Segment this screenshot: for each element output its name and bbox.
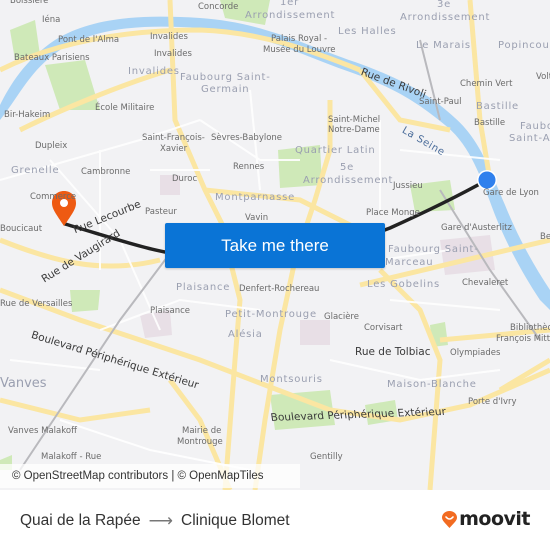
district-label: Alésia: [228, 329, 263, 340]
district-label: Popincourt: [498, 40, 550, 51]
district-label: Quartier Latin: [295, 145, 376, 156]
map-label: Musée du Louvre: [263, 45, 336, 55]
district-label: Arrondissement: [245, 10, 336, 21]
district-label: Faubourg Saint-: [388, 244, 479, 255]
map-label: Gare de Lyon: [483, 188, 539, 198]
destination-name: Clinique Blomet: [181, 512, 290, 529]
map-label: Malakoff - Rue: [41, 452, 102, 462]
district-label: Plaisance: [176, 282, 231, 293]
brand-name: moovit: [459, 508, 530, 530]
moovit-pin-icon: [442, 510, 458, 528]
map-label: Gentilly: [310, 452, 343, 462]
map-label: Rennes: [233, 162, 265, 172]
map-label: François Mitterrand: [496, 334, 550, 344]
map-label: Vavin: [245, 213, 269, 223]
district-label: 1er: [280, 0, 300, 8]
map-label: Chevaleret: [462, 278, 509, 288]
district-label: Faubourg Saint-: [180, 72, 271, 83]
map-label: Pasteur: [145, 207, 177, 217]
map-label: Chemin Vert: [460, 79, 513, 89]
map-label: Rue de Versailles: [0, 299, 73, 309]
map-label: Bastille: [474, 118, 506, 128]
district-label: Maison-Blanche: [387, 379, 477, 390]
district-label: Petit-Montrouge: [225, 309, 317, 320]
map-label: Boucicaut: [0, 224, 43, 234]
map-label: Bateaux Parisiens: [14, 53, 90, 63]
moovit-logo[interactable]: moovit: [442, 508, 530, 530]
map-label: École Militaire: [95, 103, 155, 113]
map-label: Cambronne: [81, 167, 131, 177]
map-label: Montrouge: [177, 437, 223, 447]
map-attribution[interactable]: © OpenStreetMap contributors | © OpenMap…: [0, 464, 300, 488]
district-label: Saint-Antoine: [509, 133, 550, 144]
map-label: Porte d'Ivry: [468, 397, 517, 407]
route-summary: Quai de la Rapée ⟶ Clinique Blomet: [20, 511, 290, 531]
map-label: Xavier: [160, 144, 188, 154]
map-label: Notre-Dame: [328, 125, 380, 135]
district-label: Arrondissement: [400, 12, 491, 23]
map-label: Pont de l'Alma: [58, 35, 120, 45]
origin-dot-icon[interactable]: [477, 170, 497, 190]
map-label: Saint-François-: [142, 133, 205, 143]
map-label: Denfert-Rochereau: [239, 284, 320, 294]
district-label: Les Halles: [338, 26, 397, 37]
map-label: Saint-Michel: [328, 115, 381, 125]
map-label: Commerce: [30, 192, 77, 202]
district-label: Marceau: [385, 257, 434, 268]
map-view[interactable]: Boissière Iéna Pont de l'Alma Bateaux Pa…: [0, 0, 550, 490]
map-label: Saint-Paul: [419, 97, 462, 107]
map-label: Gare d'Austerlitz: [441, 223, 512, 233]
map-label: Olympiades: [450, 348, 501, 358]
map-label: Bir-Hakeim: [4, 110, 51, 120]
map-label: Jussieu: [393, 181, 423, 191]
district-label: Grenelle: [11, 165, 60, 176]
map-label: Invalides: [150, 32, 188, 42]
take-me-there-button[interactable]: Take me there: [165, 223, 385, 268]
map-label: Be: [540, 232, 550, 242]
district-label: Montsouris: [260, 374, 323, 385]
district-label: Faubourg: [520, 121, 550, 132]
district-label: Arrondissement: [303, 175, 394, 186]
map-label: Mairie de: [182, 426, 222, 436]
map-label: Sèvres-Babylone: [211, 133, 283, 143]
district-label: Le Marais: [416, 40, 471, 51]
map-label: Plaisance: [150, 306, 190, 316]
city-label: Vanves: [0, 376, 47, 391]
street-label: Rue de Tolbiac: [355, 346, 431, 358]
district-label: Montparnasse: [215, 192, 296, 203]
arrow-right-icon: ⟶: [148, 511, 174, 530]
attribution-text[interactable]: © OpenStreetMap contributors | © OpenMap…: [12, 470, 264, 482]
district-label: Les Gobelins: [367, 279, 441, 290]
footer-bar: Quai de la Rapée ⟶ Clinique Blomet moovi…: [0, 490, 550, 550]
map-label: Volt: [536, 72, 550, 82]
map-label: Dupleix: [35, 141, 68, 151]
district-label: 5e: [340, 162, 355, 173]
map-label: Palais Royal -: [271, 34, 328, 44]
map-label: Bibliothèque: [510, 323, 550, 333]
district-label: Bastille: [476, 101, 520, 112]
origin-name: Quai de la Rapée: [20, 512, 141, 529]
map-label: Vanves Malakoff: [8, 426, 77, 436]
map-label: Concorde: [198, 2, 239, 12]
district-label: Germain: [201, 84, 250, 95]
map-label: Iéna: [42, 15, 61, 25]
map-label: Invalides: [154, 49, 192, 59]
map-label: Boissière: [10, 0, 49, 6]
map-label: Duroc: [172, 174, 198, 184]
map-label: Place Monge: [366, 208, 420, 218]
district-label: 3e: [437, 0, 452, 10]
district-label: Invalides: [128, 66, 180, 77]
map-label: Glacière: [324, 312, 359, 322]
map-label: Corvisart: [364, 323, 403, 333]
